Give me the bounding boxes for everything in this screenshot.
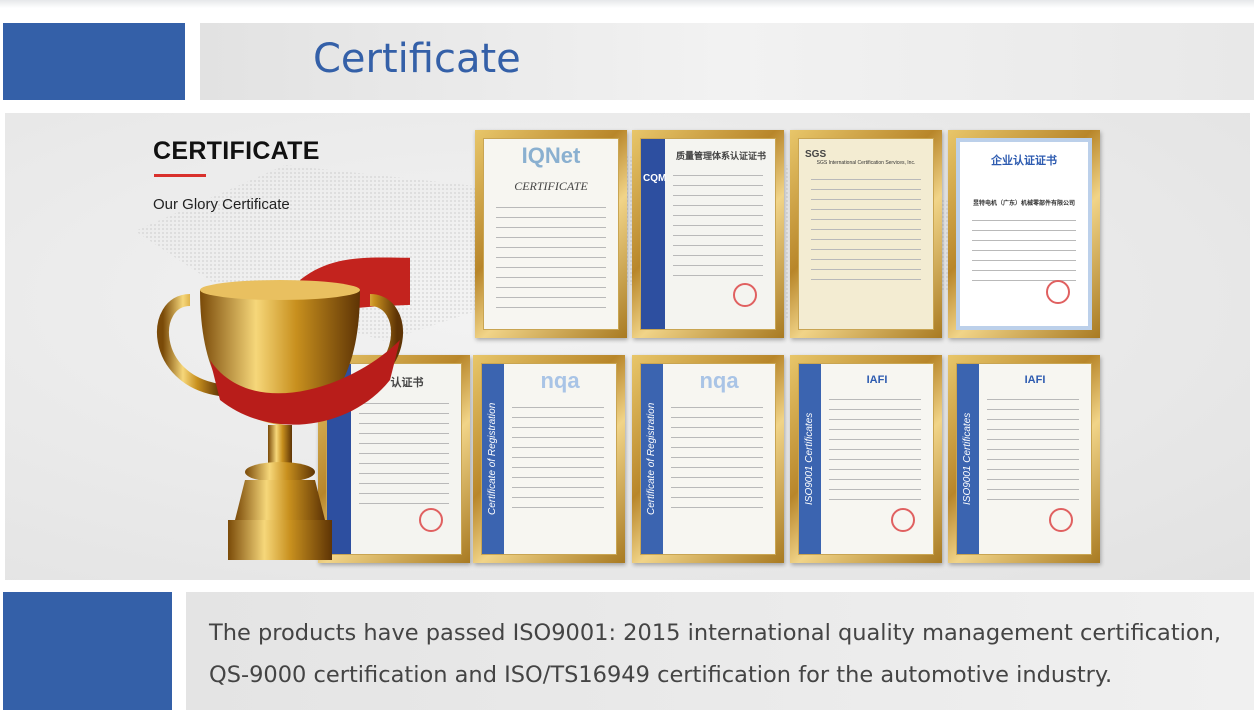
certificate-frame-cqm: 质量管理体系认证证书 CQM xyxy=(632,130,784,338)
certificate-side-title: Certificate of Registration xyxy=(641,364,663,554)
iafi-logo: IAFI xyxy=(1024,374,1046,386)
iafi-logo: IAFI xyxy=(866,374,888,386)
nqa-logo: nqa xyxy=(540,368,580,393)
heading-underline xyxy=(154,174,206,177)
section-subheading: Our Glory Certificate xyxy=(153,196,290,213)
certificate-frame-sgs: SGS SGS International Certification Serv… xyxy=(790,130,942,338)
certificate-title: 企业认证证书 xyxy=(991,155,1057,167)
page-title: Certificate xyxy=(313,36,521,82)
certificate-frame-iafi-2: ISO9001 Certificates IAFI xyxy=(948,355,1100,563)
header-accent-block xyxy=(3,23,185,100)
certificate-frame-enterprise: 企业认证证书 昱特电机（广东）机械零部件有限公司 xyxy=(948,130,1100,338)
footer-line: The products have passed ISO9001: 2015 i… xyxy=(209,620,1222,646)
certificate-title: CERTIFICATE xyxy=(514,179,588,193)
footer-description: The products have passed ISO9001: 2015 i… xyxy=(209,612,1221,696)
trophy-icon xyxy=(156,257,410,560)
company-name: 昱特电机（广东）机械零部件有限公司 xyxy=(972,201,1075,207)
nqa-logo: nqa xyxy=(699,368,739,393)
certificate-title: SGS International Certification Services… xyxy=(816,160,916,166)
footer-accent-block xyxy=(3,592,172,710)
top-edge xyxy=(0,0,1254,8)
certificate-frame-nqa-2: Certificate of Registration nqa xyxy=(632,355,784,563)
sgs-logo: SGS xyxy=(805,149,827,160)
certificate-frame-iqnet: IQNet CERTIFICATE xyxy=(475,130,627,338)
section-heading: CERTIFICATE xyxy=(153,137,320,165)
certificate-side-title: Certificate of Registration xyxy=(482,364,504,554)
certificate-frame-iafi-1: ISO9001 Certificates IAFI xyxy=(790,355,942,563)
cqm-logo: CQM xyxy=(643,173,667,184)
certificate-title: 质量管理体系认证证书 xyxy=(675,151,766,161)
iqnet-logo: IQNet xyxy=(521,143,581,168)
certificate-side-title: ISO9001 Certificates xyxy=(799,364,821,554)
certificate-side-title: ISO9001 Certificates xyxy=(957,364,979,554)
certificate-frame-nqa-1: Certificate of Registration nqa xyxy=(473,355,625,563)
footer-line: QS-9000 certification and ISO/TS16949 ce… xyxy=(209,662,1113,688)
